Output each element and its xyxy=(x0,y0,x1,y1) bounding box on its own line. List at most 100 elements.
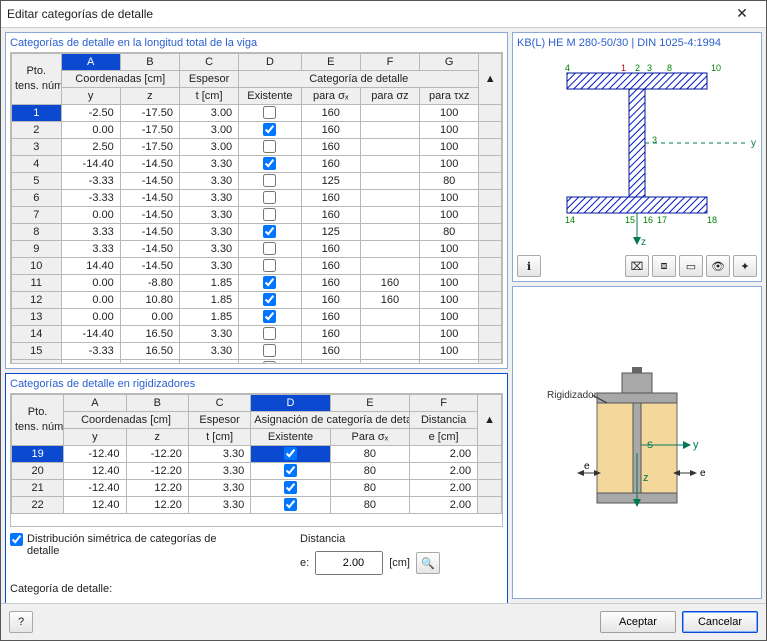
table-row[interactable]: 2212.4012.203.30802.00 xyxy=(12,497,502,514)
t2-rownum-hdr: Pto.tens. núm. xyxy=(12,395,64,446)
window-title: Editar categorías de detalle xyxy=(7,7,724,21)
t2-col-F[interactable]: F xyxy=(410,395,478,412)
exist-checkbox[interactable] xyxy=(263,344,276,357)
table-row[interactable]: 83.33-14.503.3012580 xyxy=(12,224,502,241)
exist-checkbox[interactable] xyxy=(263,208,276,221)
section-diagram: 4 1 2 3 8 10 3 y 14 15 16 17 18 xyxy=(517,53,757,253)
table-row[interactable]: 19-12.40-12.203.30802.00 xyxy=(12,446,502,463)
symmetric-checkbox-label[interactable]: Distribución simétrica de categorías de … xyxy=(10,533,250,557)
table-row[interactable]: 20.00-17.503.00160100 xyxy=(12,122,502,139)
tool-icon[interactable]: ✦ xyxy=(733,255,757,277)
exist-checkbox[interactable] xyxy=(263,276,276,289)
svg-text:z: z xyxy=(643,472,649,484)
table-row[interactable]: 70.00-14.503.30160100 xyxy=(12,207,502,224)
t1-col-E[interactable]: E xyxy=(301,54,360,71)
table-row[interactable]: 130.000.001.85160100 xyxy=(12,309,502,326)
table-row[interactable]: 1-2.50-17.503.00160100 xyxy=(12,105,502,122)
t2-col-C[interactable]: C xyxy=(188,395,250,412)
distance-label: Distancia xyxy=(300,533,440,545)
help-icon[interactable]: ? xyxy=(9,611,33,633)
t1-col-G[interactable]: G xyxy=(420,54,479,71)
symmetric-checkbox[interactable] xyxy=(10,533,23,546)
exist-checkbox[interactable] xyxy=(263,123,276,136)
category-label: Categoría de detalle: xyxy=(10,583,112,595)
distance-input[interactable] xyxy=(315,551,383,575)
view1-icon[interactable]: ⌧ xyxy=(625,255,649,277)
svg-text:2: 2 xyxy=(635,63,640,73)
t1-col-B[interactable]: B xyxy=(120,54,179,71)
exist-checkbox[interactable] xyxy=(263,106,276,119)
svg-text:z: z xyxy=(641,237,646,248)
section-panel: KB(L) HE M 280-50/30 | DIN 1025-4:1994 4… xyxy=(512,32,762,282)
exist-checkbox[interactable] xyxy=(263,242,276,255)
exist-checkbox[interactable] xyxy=(263,225,276,238)
table-row[interactable]: 2012.40-12.203.30802.00 xyxy=(12,463,502,480)
exist-checkbox[interactable] xyxy=(263,174,276,187)
section-title: KB(L) HE M 280-50/30 | DIN 1025-4:1994 xyxy=(517,37,757,49)
exist-checkbox[interactable] xyxy=(284,464,297,477)
t2-col-E[interactable]: E xyxy=(330,395,409,412)
t2-col-A[interactable]: A xyxy=(64,395,126,412)
stiffener-categories-group: Categorías de detalle en rigidizadores P… xyxy=(5,373,508,603)
info-icon[interactable]: ℹ xyxy=(517,255,541,277)
symmetric-text: Distribución simétrica de categorías de … xyxy=(27,533,250,557)
table-row[interactable]: 120.0010.801.85160160100 xyxy=(12,292,502,309)
svg-text:y: y xyxy=(693,439,699,451)
svg-text:18: 18 xyxy=(707,215,717,225)
svg-text:4: 4 xyxy=(565,63,570,73)
exist-checkbox[interactable] xyxy=(263,361,276,364)
svg-text:16: 16 xyxy=(643,215,653,225)
table-row[interactable]: 160.0016.503.30160100 xyxy=(12,360,502,365)
exist-checkbox[interactable] xyxy=(284,498,297,511)
beam-categories-group: Categorías de detalle en la longitud tot… xyxy=(5,32,508,369)
table-row[interactable]: 32.50-17.503.00160100 xyxy=(12,139,502,156)
exist-checkbox[interactable] xyxy=(284,447,297,460)
table2-scroll[interactable]: Pto.tens. núm.ABCDEF▲Coordenadas [cm]Esp… xyxy=(10,393,503,527)
stiff-label: Rigidizador xyxy=(547,390,598,401)
exist-checkbox[interactable] xyxy=(263,140,276,153)
table1[interactable]: Pto.tens. núm.ABCDEFG▲Coordenadas [cm]Es… xyxy=(11,53,502,364)
t1-col-A[interactable]: A xyxy=(61,54,120,71)
table-row[interactable]: 110.00-8.801.85160160100 xyxy=(12,275,502,292)
cancel-button[interactable]: Cancelar xyxy=(682,611,758,633)
view2-icon[interactable]: ⧈ xyxy=(652,255,676,277)
svg-text:y: y xyxy=(751,138,756,149)
eye-icon[interactable]: 👁 xyxy=(706,255,730,277)
t1-rownum-hdr: Pto.tens. núm. xyxy=(12,54,62,105)
svg-text:1: 1 xyxy=(621,63,626,73)
close-icon[interactable]: ✕ xyxy=(724,4,760,24)
table1-scroll[interactable]: Pto.tens. núm.ABCDEFG▲Coordenadas [cm]Es… xyxy=(10,52,503,364)
table-row[interactable]: 6-3.33-14.503.30160100 xyxy=(12,190,502,207)
svg-text:14: 14 xyxy=(565,215,575,225)
t2-col-B[interactable]: B xyxy=(126,395,188,412)
exist-checkbox[interactable] xyxy=(263,191,276,204)
svg-text:10: 10 xyxy=(711,63,721,73)
t1-col-D[interactable]: D xyxy=(239,54,301,71)
table-row[interactable]: 1014.40-14.503.30160100 xyxy=(12,258,502,275)
table-row[interactable]: 15-3.3316.503.30160100 xyxy=(12,343,502,360)
group2-title: Categorías de detalle en rigidizadores xyxy=(10,378,503,390)
exist-checkbox[interactable] xyxy=(263,259,276,272)
table-row[interactable]: 93.33-14.503.30160100 xyxy=(12,241,502,258)
table2[interactable]: Pto.tens. núm.ABCDEF▲Coordenadas [cm]Esp… xyxy=(11,394,502,514)
t1-col-F[interactable]: F xyxy=(360,54,419,71)
accept-button[interactable]: Aceptar xyxy=(600,611,676,633)
t2-col-D[interactable]: D xyxy=(251,395,330,412)
exist-checkbox[interactable] xyxy=(263,157,276,170)
svg-text:8: 8 xyxy=(667,63,672,73)
exist-checkbox[interactable] xyxy=(263,293,276,306)
distance-var: e: xyxy=(300,557,309,569)
table-row[interactable]: 21-12.4012.203.30802.00 xyxy=(12,480,502,497)
distance-pick-icon[interactable]: 🔍 xyxy=(416,552,440,574)
exist-checkbox[interactable] xyxy=(263,327,276,340)
table-row[interactable]: 4-14.40-14.503.30160100 xyxy=(12,156,502,173)
table-row[interactable]: 14-14.4016.503.30160100 xyxy=(12,326,502,343)
exist-checkbox[interactable] xyxy=(284,481,297,494)
svg-text:s: s xyxy=(647,437,653,451)
dimensions-icon[interactable]: ▭ xyxy=(679,255,703,277)
svg-text:3: 3 xyxy=(647,63,652,73)
table-row[interactable]: 5-3.33-14.503.3012580 xyxy=(12,173,502,190)
group1-title: Categorías de detalle en la longitud tot… xyxy=(10,37,503,49)
exist-checkbox[interactable] xyxy=(263,310,276,323)
t1-col-C[interactable]: C xyxy=(179,54,238,71)
